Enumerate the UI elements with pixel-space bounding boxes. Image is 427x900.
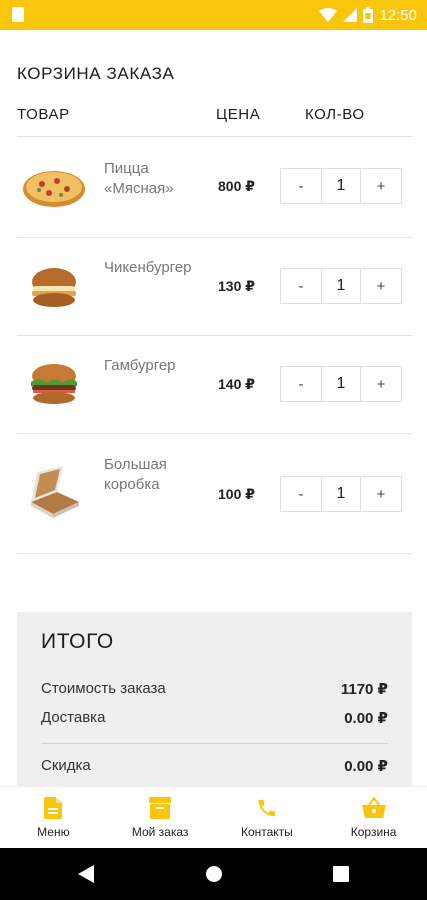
signal-icon	[343, 8, 358, 22]
nav-item-contacts[interactable]: Контакты	[214, 787, 321, 848]
quantity-value[interactable]: 1	[321, 169, 361, 203]
column-header-price: ЦЕНА	[216, 106, 261, 123]
decrement-button[interactable]: -	[281, 367, 321, 401]
recents-icon[interactable]	[333, 866, 349, 882]
product-name: Большая коробка	[104, 456, 167, 493]
nav-item-my-order[interactable]: Мой заказ	[107, 787, 214, 848]
status-icons: 12:50	[319, 5, 417, 25]
nav-item-cart[interactable]: Корзина	[320, 787, 427, 848]
increment-button[interactable]: +	[361, 367, 401, 401]
battery-icon	[363, 7, 374, 23]
pizza-image	[17, 157, 91, 213]
nav-label-my-order: Мой заказ	[131, 825, 189, 839]
product-price: 100 ₽	[218, 486, 255, 502]
quantity-value[interactable]: 1	[321, 269, 361, 303]
wifi-icon	[319, 8, 338, 22]
increment-button[interactable]: +	[361, 477, 401, 511]
product-price: 130 ₽	[218, 278, 255, 294]
column-header-qty: КОЛ-ВО	[305, 106, 365, 123]
decrement-button[interactable]: -	[281, 269, 321, 303]
phone-icon	[258, 799, 276, 817]
increment-button[interactable]: +	[361, 269, 401, 303]
quantity-stepper: - 1 +	[280, 366, 402, 402]
product-price: 800 ₽	[218, 178, 255, 194]
product-price: 140 ₽	[218, 376, 255, 392]
nav-label-menu: Меню	[37, 825, 70, 839]
quantity-stepper: - 1 +	[280, 476, 402, 512]
nav-label-cart: Корзина	[350, 825, 397, 839]
cart-row: Пицца «Мясная» 800 ₽ - 1 +	[0, 137, 427, 237]
clock: 12:50	[379, 6, 417, 24]
system-navigation-bar	[0, 848, 427, 900]
nav-label-contacts: Контакты	[240, 825, 293, 839]
nav-item-menu[interactable]: Меню	[0, 787, 107, 848]
hamburger-image	[17, 356, 91, 412]
discount-label: Скидка	[41, 757, 91, 774]
chickenburger-image	[17, 258, 91, 314]
basket-icon	[361, 797, 386, 818]
increment-button[interactable]: +	[361, 169, 401, 203]
quantity-value[interactable]: 1	[321, 477, 361, 511]
product-name: Гамбургер	[104, 357, 176, 374]
cart-row: Большая коробка 100 ₽ - 1 +	[0, 434, 427, 552]
summary-title: ИТОГО	[41, 630, 114, 653]
order-cost-label: Стоимость заказа	[41, 680, 166, 697]
discount-value: 0.00 ₽	[344, 758, 388, 775]
pizza-box-image	[17, 464, 91, 520]
delivery-label: Доставка	[41, 709, 106, 726]
cart-row: Чикенбургер 130 ₽ - 1 +	[0, 238, 427, 335]
sim-notification-icon	[12, 7, 24, 22]
product-name: Чикенбургер	[104, 259, 192, 276]
decrement-button[interactable]: -	[281, 169, 321, 203]
document-icon	[44, 797, 63, 819]
archive-box-icon	[149, 797, 172, 819]
delivery-value: 0.00 ₽	[344, 710, 388, 727]
quantity-value[interactable]: 1	[321, 367, 361, 401]
page-title: КОРЗИНА ЗАКАЗА	[17, 64, 175, 83]
status-bar: 12:50	[0, 0, 427, 30]
column-header-product: ТОВАР	[17, 106, 70, 123]
home-icon[interactable]	[205, 865, 223, 883]
order-summary: ИТОГО Стоимость заказа 1170 ₽ Доставка 0…	[17, 612, 412, 812]
back-icon[interactable]	[78, 865, 94, 883]
summary-divider	[41, 743, 388, 744]
order-cost-value: 1170 ₽	[340, 681, 388, 698]
cart-row: Гамбургер 140 ₽ - 1 +	[0, 336, 427, 433]
quantity-stepper: - 1 +	[280, 268, 402, 304]
product-name: Пицца «Мясная»	[104, 160, 174, 197]
row-divider	[17, 553, 412, 554]
quantity-stepper: - 1 +	[280, 168, 402, 204]
decrement-button[interactable]: -	[281, 477, 321, 511]
bottom-navigation: Меню Мой заказ Контакты Корзина	[0, 786, 427, 848]
